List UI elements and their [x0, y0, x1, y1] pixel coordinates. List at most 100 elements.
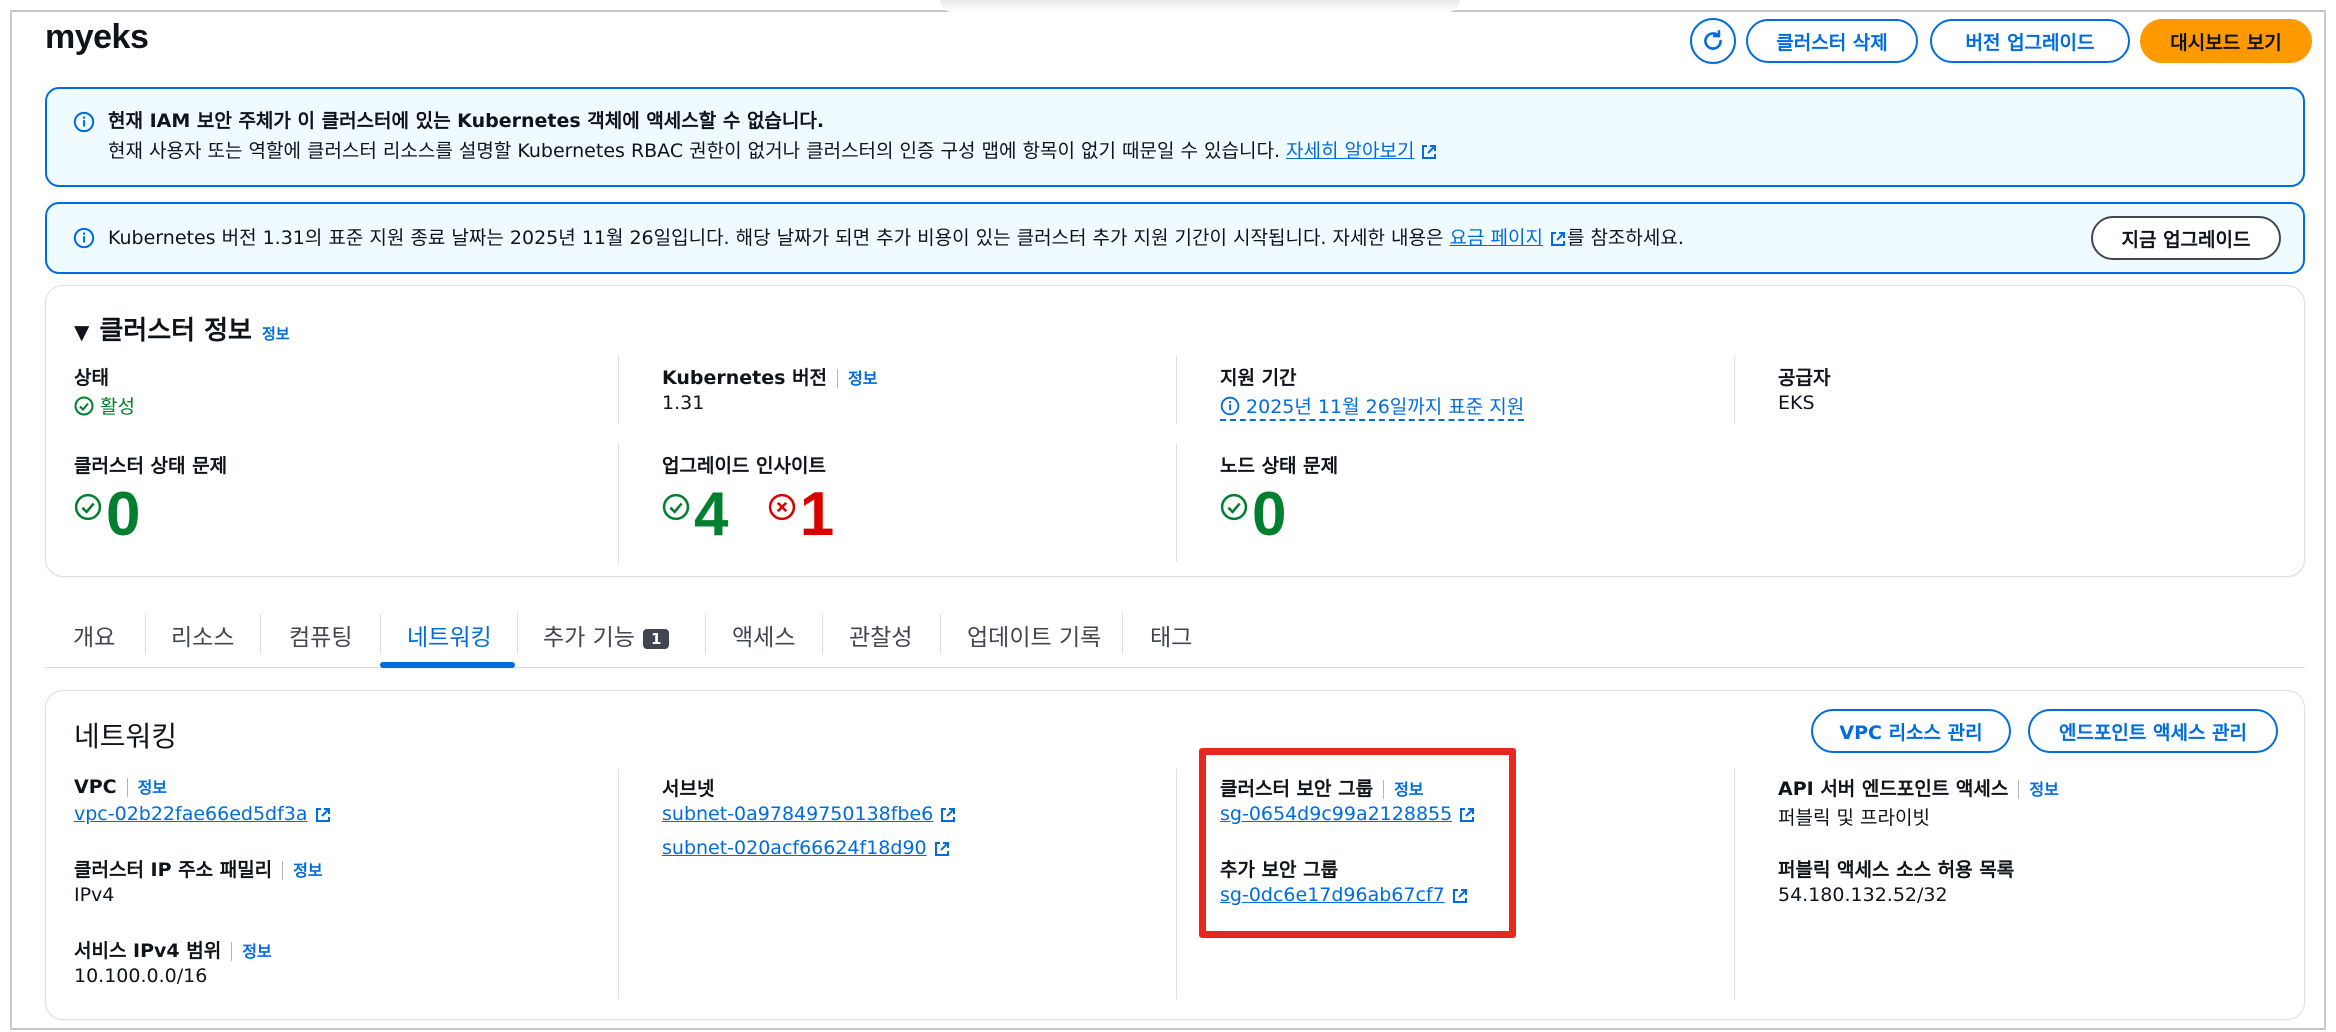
subnet-item: subnet-020acf66624f18d90 [662, 837, 951, 859]
ip-family-info-link[interactable]: 정보 [282, 861, 323, 880]
manage-vpc-resources-button[interactable]: VPC 리소스 관리 [1811, 709, 2011, 753]
column-divider [1734, 356, 1735, 424]
column-divider [618, 444, 619, 562]
insights-errors: 1 [768, 480, 834, 549]
column-divider [1176, 444, 1177, 562]
support-period-value[interactable]: 2025년 11월 26일까지 표준 지원 [1220, 392, 1525, 421]
api-access-info-link[interactable]: 정보 [2018, 780, 2059, 799]
active-tab-indicator [380, 662, 515, 668]
tab-separator [940, 614, 941, 654]
cluster-health-count-text: 0 [106, 480, 141, 549]
tab-update-history[interactable]: 업데이트 기록 [967, 618, 1101, 652]
learn-more-link[interactable]: 자세히 알아보기 [1286, 140, 1414, 162]
tab-resources[interactable]: 리소스 [171, 618, 234, 652]
networking-panel: 네트워킹 VPC 리소스 관리 엔드포인트 액세스 관리 VPC 정보 vpc-0… [45, 690, 2305, 1020]
tab-networking[interactable]: 네트워킹 [407, 618, 492, 652]
vpc-info-link[interactable]: 정보 [126, 778, 168, 797]
vpc-value: vpc-02b22fae66ed5df3a [74, 803, 332, 825]
iam-access-alert: 현재 IAM 보안 주체가 이 클러스터에 있는 Kubernetes 객체에 … [45, 87, 2305, 187]
top-shadow [940, 0, 1460, 12]
k8s-version-value: 1.31 [662, 392, 705, 414]
vpc-link[interactable]: vpc-02b22fae66ed5df3a [74, 803, 308, 825]
tab-separator [380, 614, 381, 654]
tab-separator [1122, 614, 1123, 654]
manage-endpoint-access-button[interactable]: 엔드포인트 액세스 관리 [2028, 709, 2278, 753]
external-link-icon [934, 841, 949, 856]
tab-access[interactable]: 액세스 [732, 618, 795, 652]
tab-separator [705, 614, 706, 654]
k8s-version-label-text: Kubernetes 버전 [662, 367, 828, 389]
version-alert-text-after: 를 참조하세요. [1566, 227, 1684, 249]
iam-alert-body: 현재 사용자 또는 역할에 클러스터 리소스를 설명할 Kubernetes R… [108, 137, 1438, 165]
cluster-info-panel: ▼ 클러스터 정보 정보 상태 활성 Kubernetes 버전 정보 1.31 지원… [45, 285, 2305, 577]
tab-addons[interactable]: 추가 기능 1 [543, 618, 670, 652]
check-circle-icon [74, 493, 102, 521]
tab-separator [517, 614, 518, 654]
vpc-label-text: VPC [74, 776, 117, 798]
error-circle-icon [768, 493, 795, 521]
security-groups-highlight [1199, 748, 1516, 938]
column-divider [618, 769, 619, 999]
check-circle-icon [1220, 493, 1248, 521]
status-label: 상태 [74, 367, 109, 389]
api-access-label-text: API 서버 엔드포인트 액세스 [1778, 778, 2009, 800]
tab-separator [822, 614, 823, 654]
subnet-item: subnet-0a97849750138fbe6 [662, 803, 957, 825]
networking-heading: 네트워킹 [74, 720, 178, 753]
tab-tags[interactable]: 태그 [1150, 618, 1192, 652]
support-period-label: 지원 기간 [1220, 367, 1297, 389]
external-link-icon [1550, 231, 1565, 246]
upgrade-now-button[interactable]: 지금 업그레이드 [2091, 216, 2281, 260]
k8s-version-label: Kubernetes 버전 정보 [662, 363, 878, 390]
version-support-alert: Kubernetes 버전 1.31의 표준 지원 종료 날짜는 2025년 1… [45, 202, 2305, 274]
api-endpoint-access-label: API 서버 엔드포인트 액세스 정보 [1778, 774, 2059, 801]
tab-observability[interactable]: 관찰성 [849, 618, 912, 652]
service-range-info-link[interactable]: 정보 [231, 942, 272, 961]
refresh-button[interactable] [1690, 18, 1736, 64]
column-divider [1176, 356, 1177, 424]
cluster-info-heading-text: 클러스터 정보 [99, 316, 252, 346]
vpc-label: VPC 정보 [74, 774, 168, 798]
external-link-icon [1422, 144, 1437, 159]
upgrade-insights-counts[interactable]: 4 1 [662, 484, 834, 546]
iam-alert-body-text: 현재 사용자 또는 역할에 클러스터 리소스를 설명할 Kubernetes R… [108, 140, 1280, 162]
node-health-count[interactable]: 0 [1220, 484, 1286, 546]
k8s-version-info-link[interactable]: 정보 [837, 369, 878, 388]
status-value-text: 활성 [100, 396, 136, 418]
view-dashboard-button[interactable]: 대시보드 보기 [2140, 19, 2312, 63]
info-circle-icon [1220, 396, 1240, 416]
version-alert-text: Kubernetes 버전 1.31의 표준 지원 종료 날짜는 2025년 1… [108, 224, 1684, 252]
subnet-link[interactable]: subnet-0a97849750138fbe6 [662, 803, 933, 825]
node-health-label: 노드 상태 문제 [1220, 455, 1339, 477]
delete-cluster-button[interactable]: 클러스터 삭제 [1746, 19, 1918, 63]
api-endpoint-access-value: 퍼블릭 및 프라이빗 [1778, 807, 1930, 829]
cluster-health-count[interactable]: 0 [74, 484, 140, 546]
info-circle-icon [73, 111, 95, 133]
insights-error-count: 1 [799, 480, 835, 549]
subnet-link[interactable]: subnet-020acf66624f18d90 [662, 837, 927, 859]
pricing-page-link[interactable]: 요금 페이지 [1449, 227, 1542, 249]
check-circle-icon [662, 493, 690, 521]
column-divider [1734, 769, 1735, 999]
column-divider [1176, 769, 1177, 999]
ip-family-label: 클러스터 IP 주소 패밀리 정보 [74, 855, 323, 882]
status-value: 활성 [74, 392, 135, 419]
node-health-count-text: 0 [1252, 480, 1287, 549]
column-divider [618, 356, 619, 424]
cluster-info-info-link[interactable]: 정보 [262, 325, 290, 343]
upgrade-version-button[interactable]: 버전 업그레이드 [1930, 19, 2130, 63]
tab-overview[interactable]: 개요 [73, 618, 115, 652]
tab-separator [145, 614, 146, 654]
cluster-tabs: 개요 리소스 컴퓨팅 네트워킹 추가 기능 1 액세스 관찰성 업데이트 기록 태… [45, 600, 2305, 668]
provider-value: EKS [1778, 392, 1815, 414]
page-title: myeks [45, 18, 149, 56]
caret-down-icon: ▼ [74, 320, 90, 344]
service-range-label: 서비스 IPv4 범위 정보 [74, 936, 272, 963]
tab-separator [260, 614, 261, 654]
external-link-icon [941, 807, 956, 822]
iam-alert-title: 현재 IAM 보안 주체가 이 클러스터에 있는 Kubernetes 객체에 … [108, 110, 825, 132]
cluster-info-heading[interactable]: ▼ 클러스터 정보 정보 [74, 310, 290, 347]
check-circle-icon [74, 396, 94, 416]
support-period-text: 2025년 11월 26일까지 표준 지원 [1246, 396, 1525, 418]
tab-compute[interactable]: 컴퓨팅 [289, 618, 352, 652]
